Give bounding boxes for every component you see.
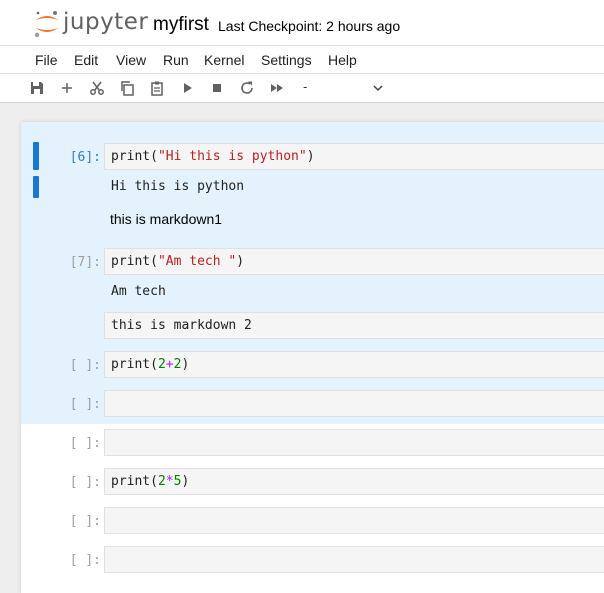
- code-number: 2: [157, 357, 166, 372]
- menu-file[interactable]: File: [35, 52, 58, 68]
- cut-icon[interactable]: [89, 80, 105, 96]
- code-input[interactable]: print("Hi this is python"): [104, 143, 604, 170]
- markdown-rendered[interactable]: this is markdown1: [110, 211, 222, 227]
- cell-output: Am tech: [111, 284, 166, 299]
- code-input[interactable]: print(2*5): [104, 468, 604, 495]
- code-input[interactable]: [104, 546, 604, 573]
- menu-view[interactable]: View: [116, 52, 146, 68]
- notebook-title[interactable]: myfirst: [153, 14, 209, 36]
- menu-run[interactable]: Run: [163, 52, 189, 68]
- copy-icon[interactable]: [119, 80, 135, 96]
- cell-prompt: [7]:: [69, 255, 101, 270]
- code-number: 2: [157, 474, 166, 489]
- notebook-panel[interactable]: [6]: print("Hi this is python") Hi this …: [21, 122, 604, 593]
- cell-prompt: [ ]:: [69, 436, 101, 451]
- logo-wordmark: jupyter: [63, 9, 149, 35]
- notebook-toolbar: -: [0, 74, 604, 103]
- code-token: print(: [111, 254, 158, 269]
- top-bar: jupyter myfirst Last Checkpoint: 2 hours…: [0, 0, 604, 46]
- code-token: print(: [111, 474, 158, 489]
- code-token: print(: [111, 357, 158, 372]
- cell-prompt: [ ]:: [69, 553, 101, 568]
- menu-kernel[interactable]: Kernel: [204, 52, 244, 68]
- code-input[interactable]: [104, 429, 604, 456]
- code-token: print(: [111, 149, 158, 164]
- cell-prompt: [ ]:: [69, 514, 101, 529]
- menu-help[interactable]: Help: [328, 52, 357, 68]
- cell-type-value: -: [303, 79, 308, 94]
- menu-edit[interactable]: Edit: [74, 52, 98, 68]
- code-operator: +: [165, 357, 174, 372]
- code-operator: *: [165, 474, 174, 489]
- code-token: ): [236, 254, 245, 269]
- menu-settings[interactable]: Settings: [261, 52, 312, 68]
- add-cell-icon[interactable]: [59, 80, 75, 96]
- cell-prompt: [ ]:: [69, 397, 101, 412]
- run-all-icon[interactable]: [269, 80, 285, 96]
- run-icon[interactable]: [179, 80, 195, 96]
- input-collapser[interactable]: [33, 142, 39, 170]
- cell-prompt: [6]:: [69, 150, 101, 165]
- code-input[interactable]: print("Am tech "): [104, 248, 604, 275]
- code-string: "Hi this is python": [157, 149, 307, 164]
- jupyter-logo[interactable]: jupyter: [33, 9, 148, 39]
- code-string: "Am tech ": [157, 254, 237, 269]
- code-input[interactable]: [104, 507, 604, 534]
- cell-prompt: [ ]:: [69, 475, 101, 490]
- save-icon[interactable]: [29, 80, 45, 96]
- code-token: ): [181, 474, 190, 489]
- output-collapser[interactable]: [33, 176, 39, 198]
- code-token: ): [306, 149, 315, 164]
- checkpoint-status: Last Checkpoint: 2 hours ago: [218, 18, 401, 34]
- code-input[interactable]: print(2+2): [104, 351, 604, 378]
- cell-prompt: [ ]:: [69, 358, 101, 373]
- cell-type-select[interactable]: -: [300, 78, 386, 98]
- jupyter-logo-icon: [34, 11, 58, 38]
- cell-output: Hi this is python: [111, 179, 245, 194]
- stop-icon[interactable]: [209, 80, 225, 96]
- menu-bar: File Edit View Run Kernel Settings Help: [0, 46, 604, 74]
- code-token: ): [181, 357, 190, 372]
- markdown-input[interactable]: this is markdown 2: [104, 312, 604, 339]
- chevron-down-icon: [373, 85, 383, 92]
- paste-icon[interactable]: [149, 80, 165, 96]
- markdown-source: this is markdown 2: [111, 318, 252, 333]
- restart-icon[interactable]: [239, 80, 255, 96]
- code-input[interactable]: [104, 390, 604, 417]
